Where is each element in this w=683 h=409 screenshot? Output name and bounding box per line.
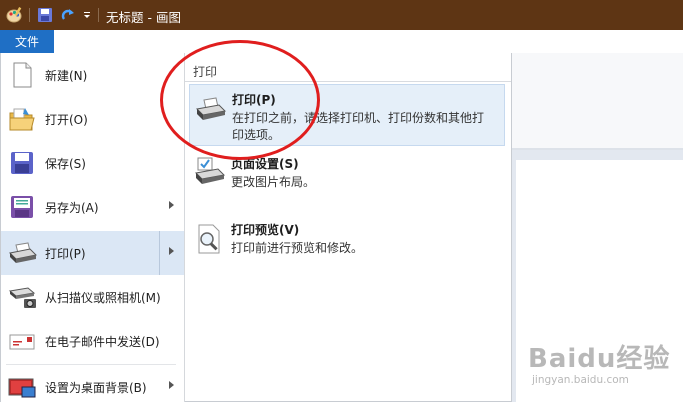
print-preview-icon: [193, 223, 225, 255]
submenu-arrow-icon[interactable]: [169, 247, 174, 255]
save-icon[interactable]: [36, 6, 54, 24]
printer-icon: [194, 93, 227, 125]
watermark-logo: Baidu经验: [528, 344, 671, 374]
submenu-item-description: 在打印之前，请选择打印机、打印份数和其他打印选项。: [232, 111, 485, 142]
open-folder-icon: [8, 105, 36, 133]
paint-app-icon[interactable]: [6, 6, 24, 24]
menu-item-open[interactable]: 打开(O): [1, 97, 184, 141]
file-menu-commands: 新建(N) 打开(O) 保存(S) 另存为(A) 打印(P) 从扫描仪或照相机(…: [1, 53, 185, 402]
menu-item-label: 在电子邮件中发送(D): [45, 335, 160, 349]
watermark-url: jingyan.baidu.com: [532, 374, 629, 386]
ribbon-divider: [512, 148, 683, 150]
submenu-item-print[interactable]: 打印(P) 在打印之前，请选择打印机、打印份数和其他打印选项。: [189, 84, 505, 146]
save-as-icon: [8, 193, 36, 221]
submenu-item-title: 打印预览(V): [231, 223, 300, 237]
submenu-item-title: 打印(P): [232, 93, 276, 107]
scanner-camera-icon: [8, 283, 36, 311]
menu-item-print[interactable]: 打印(P): [1, 231, 184, 275]
desktop-background-icon: [8, 373, 36, 401]
save-disk-icon: [8, 149, 36, 177]
menu-item-label: 保存(S): [45, 157, 86, 171]
page-setup-icon: [193, 157, 226, 189]
menu-item-label: 打开(O): [45, 113, 88, 127]
submenu-item-page-setup[interactable]: 页面设置(S) 更改图片布局。: [189, 149, 505, 211]
qat-separator: [29, 8, 30, 22]
menu-item-from-scanner[interactable]: 从扫描仪或照相机(M): [1, 275, 184, 319]
new-document-icon: [8, 61, 36, 89]
menu-item-save-as[interactable]: 另存为(A): [1, 185, 184, 229]
ribbon-panel: [512, 53, 683, 149]
submenu-header-divider: [185, 81, 511, 82]
submenu-item-print-preview[interactable]: 打印预览(V) 打印前进行预览和修改。: [189, 215, 505, 277]
split-divider: [159, 231, 160, 275]
file-tab[interactable]: 文件: [0, 30, 54, 53]
menu-item-label: 新建(N): [45, 69, 88, 83]
print-submenu: 打印 打印(P) 在打印之前，请选择打印机、打印份数和其他打印选项。 页面设置(…: [185, 53, 511, 402]
ribbon-tab-strip: [54, 30, 683, 53]
menu-item-label: 从扫描仪或照相机(M): [45, 291, 161, 305]
submenu-item-description: 更改图片布局。: [231, 175, 316, 189]
submenu-arrow-icon: [169, 381, 174, 389]
menu-item-set-desktop-background[interactable]: 设置为桌面背景(B): [1, 365, 184, 409]
window-title: 无标题 - 画图: [106, 10, 181, 25]
submenu-arrow-icon: [169, 201, 174, 209]
menu-item-new[interactable]: 新建(N): [1, 53, 184, 97]
printer-icon: [8, 239, 38, 267]
redo-icon[interactable]: [59, 6, 77, 24]
customize-qat-chevron-down-icon[interactable]: [81, 6, 93, 24]
submenu-item-title: 页面设置(S): [231, 157, 299, 171]
watermark: Baidu经验 jingyan.baidu.com: [528, 338, 678, 394]
file-menu: 新建(N) 打开(O) 保存(S) 另存为(A) 打印(P) 从扫描仪或照相机(…: [0, 53, 512, 402]
title-bar: 无标题 - 画图: [0, 0, 683, 30]
menu-item-send-email[interactable]: 在电子邮件中发送(D): [1, 319, 184, 363]
submenu-header: 打印: [193, 65, 218, 79]
submenu-item-description: 打印前进行预览和修改。: [231, 241, 364, 255]
menu-item-save[interactable]: 保存(S): [1, 141, 184, 185]
menu-item-label: 设置为桌面背景(B): [45, 381, 147, 395]
qat-separator: [98, 8, 99, 22]
menu-item-label: 另存为(A): [45, 201, 99, 215]
email-icon: [8, 327, 36, 355]
menu-item-label: 打印(P): [45, 247, 86, 261]
